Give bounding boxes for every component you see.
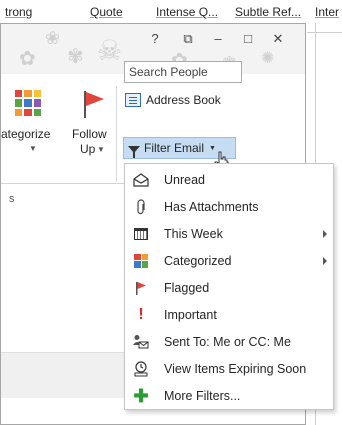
- divider: [307, 32, 342, 33]
- menu-item-sent-to-me[interactable]: Sent To: Me or CC: Me: [125, 328, 333, 355]
- menu-item-label: More Filters...: [164, 388, 241, 403]
- menu-item-view-items-expiring-soon[interactable]: View Items Expiring Soon: [125, 355, 333, 382]
- expiring-icon: [133, 360, 149, 377]
- menu-item-categorized[interactable]: Categorized: [125, 247, 333, 274]
- menu-item-label: Important: [164, 307, 217, 322]
- minimize-button[interactable]: –: [209, 30, 227, 48]
- menu-item-label: Has Attachments: [164, 199, 259, 214]
- funnel-icon: [128, 145, 140, 158]
- menu-item-label: Categorized: [164, 253, 232, 268]
- address-book-label: Address Book: [146, 93, 221, 107]
- up-label: Up: [80, 142, 96, 156]
- follow-label: Follow: [72, 127, 107, 141]
- menu-item-important[interactable]: ! Important: [125, 301, 333, 328]
- chevron-down-icon: ▼: [29, 144, 37, 153]
- style-intense[interactable]: Inter: [315, 5, 339, 19]
- group-label: s: [9, 193, 15, 205]
- ribbon-display-options-button[interactable]: ⧉: [179, 30, 197, 48]
- flag-icon: [84, 91, 104, 118]
- style-quote[interactable]: Quote: [90, 5, 123, 19]
- plus-icon: ✚: [133, 385, 149, 406]
- submenu-arrow-icon: [323, 229, 327, 238]
- decoration-icon: ✺: [261, 50, 275, 67]
- categories-icon: [133, 253, 149, 269]
- address-book-icon: [125, 93, 141, 107]
- menu-item-label: Unread: [164, 172, 205, 187]
- menu-item-label: Sent To: Me or CC: Me: [164, 334, 291, 349]
- decoration-icon: ☠: [97, 35, 123, 66]
- search-people-input[interactable]: Search People: [124, 61, 242, 83]
- decoration-icon: ✾: [67, 46, 84, 68]
- menu-item-this-week[interactable]: This Week: [125, 220, 333, 247]
- categorize-label: ategorize: [1, 127, 51, 141]
- menu-item-flagged[interactable]: Flagged: [125, 274, 333, 301]
- menu-item-unread[interactable]: Unread: [125, 166, 333, 193]
- menu-item-more-filters[interactable]: ✚ More Filters...: [125, 382, 333, 409]
- style-subtle-reference[interactable]: Subtle Ref...: [235, 5, 301, 19]
- address-book-button[interactable]: Address Book: [125, 90, 221, 110]
- close-button[interactable]: ✕: [269, 30, 287, 48]
- style-strong[interactable]: trong: [5, 5, 32, 19]
- calendar-icon: [133, 226, 149, 242]
- filter-email-menu: Unread Has Attachments This Week Categor…: [124, 163, 334, 410]
- help-button[interactable]: ?: [146, 30, 164, 48]
- group-separator: [116, 86, 117, 182]
- menu-item-label: Flagged: [164, 280, 210, 295]
- menu-item-label: This Week: [164, 226, 223, 241]
- decoration-icon: ❀: [45, 28, 61, 48]
- exclamation-icon: !: [138, 305, 144, 323]
- flag-icon: [133, 280, 149, 296]
- decoration-icon: ✿: [19, 48, 36, 70]
- menu-item-label: View Items Expiring Soon: [164, 361, 307, 376]
- envelope-open-icon: [133, 172, 149, 188]
- submenu-arrow-icon: [323, 256, 327, 265]
- person-envelope-icon: [133, 334, 149, 350]
- style-intense-quote[interactable]: Intense Q...: [156, 5, 218, 19]
- filter-email-label: Filter Email: [144, 141, 205, 155]
- maximize-button[interactable]: □: [239, 30, 257, 48]
- categorize-icon: [15, 90, 41, 116]
- paperclip-icon: [133, 198, 149, 215]
- chevron-down-icon: ▼: [97, 145, 105, 154]
- menu-item-has-attachments[interactable]: Has Attachments: [125, 193, 333, 220]
